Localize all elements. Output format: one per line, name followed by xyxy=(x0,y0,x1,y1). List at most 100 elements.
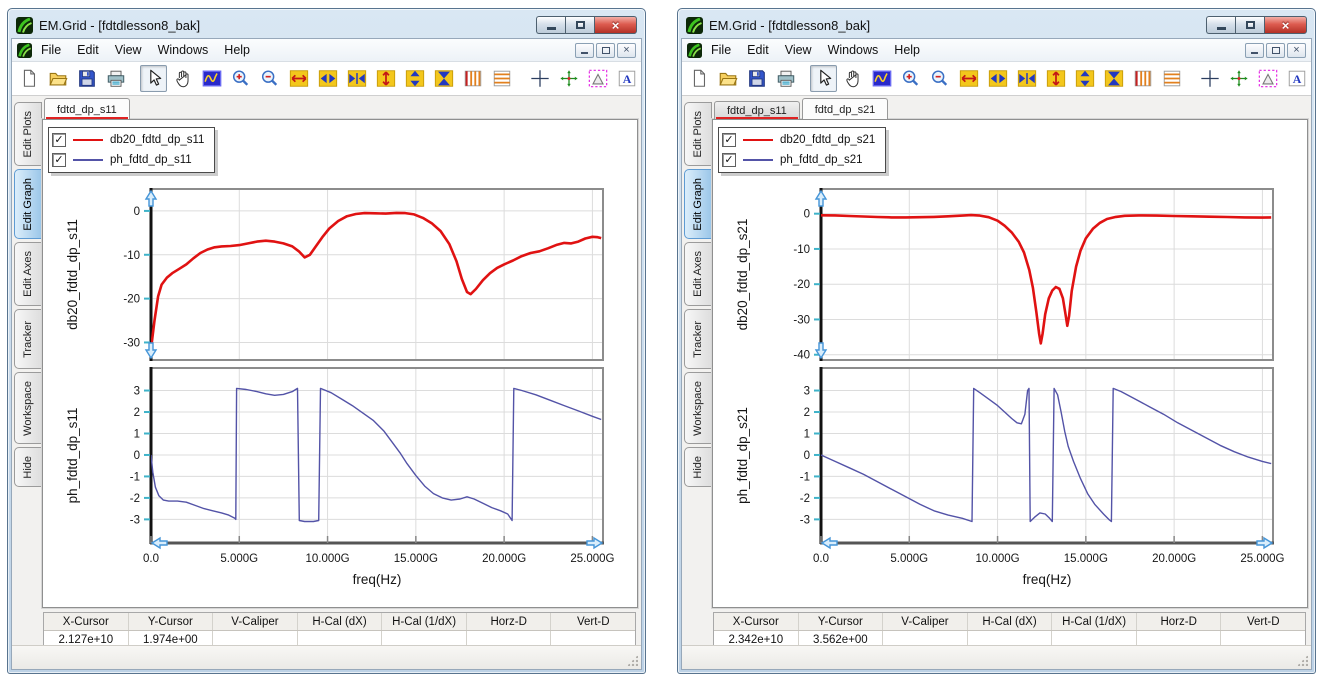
crosshair-icon[interactable] xyxy=(526,65,553,92)
plot-tab-fdtd_dp_s21[interactable]: fdtd_dp_s21 xyxy=(802,98,889,119)
select-pointer-icon[interactable] xyxy=(810,65,837,92)
sidebar-tab-edit-graph[interactable]: Edit Graph xyxy=(684,169,712,239)
shrink-y-icon[interactable] xyxy=(401,65,428,92)
shrink-x-icon[interactable] xyxy=(314,65,341,92)
shrink-x-icon[interactable] xyxy=(984,65,1011,92)
text-annotation-icon[interactable]: A xyxy=(1283,65,1310,92)
sidebar-tab-edit-axes[interactable]: Edit Axes xyxy=(14,242,42,306)
menu-item-edit[interactable]: Edit xyxy=(69,41,107,59)
maximize-button[interactable] xyxy=(565,16,594,34)
text-annotation-icon[interactable]: A xyxy=(613,65,640,92)
close-button[interactable]: × xyxy=(1264,16,1307,34)
zoom-in-icon[interactable] xyxy=(227,65,254,92)
x-tick-label: 15.000G xyxy=(394,553,438,565)
window-title: EM.Grid - [fdtdlesson8_bak] xyxy=(709,18,870,33)
menu-item-help[interactable]: Help xyxy=(886,41,928,59)
menu-item-file[interactable]: File xyxy=(33,41,69,59)
menu-item-windows[interactable]: Windows xyxy=(820,41,887,59)
cursor-table-header: X-Cursor xyxy=(714,613,799,630)
compress-x-icon[interactable] xyxy=(343,65,370,92)
legend-checkbox[interactable]: ✓ xyxy=(52,153,66,167)
menu-item-windows[interactable]: Windows xyxy=(150,41,217,59)
menu-item-edit[interactable]: Edit xyxy=(739,41,777,59)
legend-checkbox[interactable]: ✓ xyxy=(722,153,736,167)
zoom-out-icon[interactable] xyxy=(926,65,953,92)
menu-item-view[interactable]: View xyxy=(777,41,820,59)
sidebar-tab-workspace[interactable]: Workspace xyxy=(684,372,712,444)
mdi-minimize-button[interactable] xyxy=(1245,43,1264,58)
tracker-icon[interactable] xyxy=(555,65,582,92)
sidebar-tab-hide[interactable]: Hide xyxy=(14,447,42,487)
pan-hand-icon[interactable] xyxy=(169,65,196,92)
select-pointer-icon[interactable] xyxy=(140,65,167,92)
expand-y-icon[interactable] xyxy=(1042,65,1069,92)
menu-item-file[interactable]: File xyxy=(703,41,739,59)
pan-hand-icon[interactable] xyxy=(839,65,866,92)
mdi-minimize-button[interactable] xyxy=(575,43,594,58)
sidebar-tab-edit-axes[interactable]: Edit Axes xyxy=(684,242,712,306)
expand-x-icon[interactable] xyxy=(285,65,312,92)
plot-area[interactable] xyxy=(821,189,1273,360)
maximize-icon xyxy=(1246,21,1255,29)
new-document-icon[interactable] xyxy=(685,65,712,92)
plot-tab-fdtd_dp_s11[interactable]: fdtd_dp_s11 xyxy=(714,101,800,119)
mdi-close-button[interactable]: × xyxy=(617,43,636,58)
caption-buttons: × xyxy=(536,16,637,34)
horizontal-markers-icon[interactable] xyxy=(1158,65,1185,92)
legend-checkbox[interactable]: ✓ xyxy=(52,133,66,147)
zoom-out-icon[interactable] xyxy=(256,65,283,92)
compress-x-icon[interactable] xyxy=(1013,65,1040,92)
vertical-markers-icon[interactable] xyxy=(459,65,486,92)
resize-grip[interactable] xyxy=(1297,655,1308,666)
expand-x-icon[interactable] xyxy=(955,65,982,92)
titlebar[interactable]: EM.Grid - [fdtdlesson8_bak] × xyxy=(8,9,645,38)
plot-tab-fdtd_dp_s11[interactable]: fdtd_dp_s11 xyxy=(44,98,130,119)
titlebar[interactable]: EM.Grid - [fdtdlesson8_bak] × xyxy=(678,9,1315,38)
new-document-icon[interactable] xyxy=(15,65,42,92)
charts-canvas[interactable]: 0-10-20-30-40db20_fdtd_dp_s213210-1-2-30… xyxy=(713,120,1311,607)
print-icon[interactable] xyxy=(102,65,129,92)
resize-grip[interactable] xyxy=(627,655,638,666)
shrink-y-icon[interactable] xyxy=(1071,65,1098,92)
crosshair-icon[interactable] xyxy=(1196,65,1223,92)
save-icon[interactable] xyxy=(743,65,770,92)
menu-item-help[interactable]: Help xyxy=(216,41,258,59)
menu-item-view[interactable]: View xyxy=(107,41,150,59)
crosshair-glyph xyxy=(1199,68,1221,89)
horizontal-markers-icon[interactable] xyxy=(488,65,515,92)
select-pointer-glyph xyxy=(813,68,835,89)
plot-mode-icon[interactable] xyxy=(198,65,225,92)
sidebar-tab-edit-plots[interactable]: Edit Plots xyxy=(684,102,712,166)
tracker-icon[interactable] xyxy=(1225,65,1252,92)
legend-checkbox[interactable]: ✓ xyxy=(722,133,736,147)
delta-marker-icon[interactable] xyxy=(584,65,611,92)
zoom-in-icon[interactable] xyxy=(897,65,924,92)
mdi-restore-button[interactable] xyxy=(596,43,615,58)
sidebar-tab-hide[interactable]: Hide xyxy=(684,447,712,487)
save-icon[interactable] xyxy=(73,65,100,92)
minimize-button[interactable] xyxy=(536,16,565,34)
sidebar-tab-workspace[interactable]: Workspace xyxy=(14,372,42,444)
plot-area[interactable] xyxy=(821,368,1273,543)
charts-canvas[interactable]: 0-10-20-30db20_fdtd_dp_s113210-1-2-30.05… xyxy=(43,120,641,607)
y-tick-label: -1 xyxy=(130,471,140,483)
app-window-right: EM.Grid - [fdtdlesson8_bak] × FileEditVi… xyxy=(677,8,1316,674)
mdi-close-button[interactable]: × xyxy=(1287,43,1306,58)
delta-marker-icon[interactable] xyxy=(1254,65,1281,92)
open-file-icon[interactable] xyxy=(714,65,741,92)
compress-y-icon[interactable] xyxy=(1100,65,1127,92)
vertical-markers-icon[interactable] xyxy=(1129,65,1156,92)
sidebar-tab-tracker[interactable]: Tracker xyxy=(14,309,42,369)
plot-mode-icon[interactable] xyxy=(868,65,895,92)
mdi-restore-button[interactable] xyxy=(1266,43,1285,58)
sidebar-tab-edit-graph[interactable]: Edit Graph xyxy=(14,169,42,239)
expand-y-icon[interactable] xyxy=(372,65,399,92)
minimize-button[interactable] xyxy=(1206,16,1235,34)
compress-y-icon[interactable] xyxy=(430,65,457,92)
sidebar-tab-edit-plots[interactable]: Edit Plots xyxy=(14,102,42,166)
print-icon[interactable] xyxy=(772,65,799,92)
close-button[interactable]: × xyxy=(594,16,637,34)
maximize-button[interactable] xyxy=(1235,16,1264,34)
open-file-icon[interactable] xyxy=(44,65,71,92)
sidebar-tab-tracker[interactable]: Tracker xyxy=(684,309,712,369)
